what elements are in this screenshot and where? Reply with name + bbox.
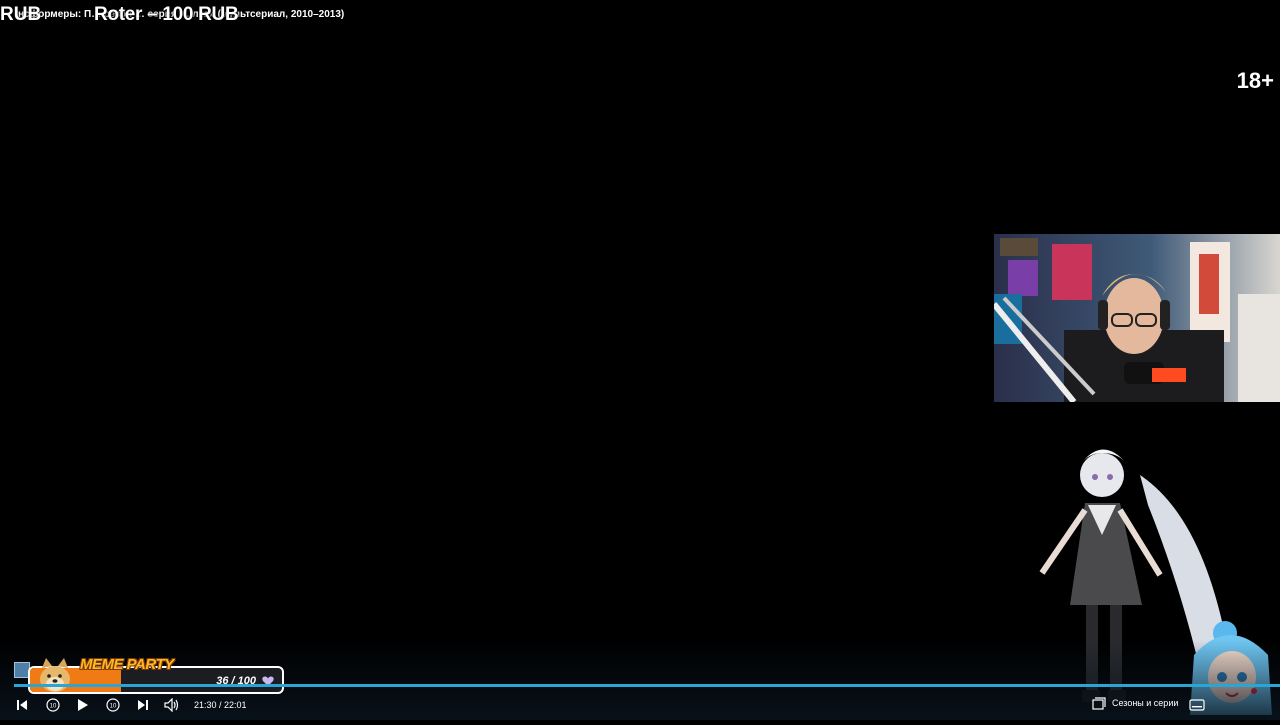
svg-text:10: 10 xyxy=(50,704,57,710)
heart-icon xyxy=(262,674,274,692)
play-icon xyxy=(78,699,88,711)
rewind-10-icon: 10 xyxy=(46,698,60,712)
meme-party-widget: 36 / 100 MEME PARTY xyxy=(28,656,286,696)
age-rating-badge: 18+ xyxy=(1236,68,1274,93)
video-progress-bar[interactable] xyxy=(14,684,1280,687)
donation-alert: Roter – 100 RUB xyxy=(94,4,239,25)
skip-next-button[interactable] xyxy=(134,696,152,714)
player-controls: 10 10 21:30 / 22:01 Сезоны и серии xyxy=(0,692,1280,718)
volume-icon xyxy=(164,698,179,712)
subtitles-icon xyxy=(1189,699,1205,711)
episodes-icon xyxy=(1092,697,1106,710)
forward-10-icon: 10 xyxy=(106,698,120,712)
playback-time: 21:30 / 22:01 xyxy=(194,700,247,710)
donation-currency-fragment: RUB xyxy=(0,4,42,25)
skip-previous-icon xyxy=(17,700,27,710)
skip-next-icon xyxy=(138,700,148,710)
forward-10-button[interactable]: 10 xyxy=(104,696,122,714)
meme-party-label: MEME PARTY xyxy=(80,656,174,673)
seasons-episodes-button[interactable]: Сезоны и серии xyxy=(1092,696,1178,710)
skip-previous-button[interactable] xyxy=(13,696,31,714)
rewind-10-button[interactable]: 10 xyxy=(44,696,62,714)
play-button[interactable] xyxy=(74,696,92,714)
streamer-webcam xyxy=(994,234,1280,402)
doge-icon xyxy=(36,658,74,694)
volume-button[interactable] xyxy=(163,696,181,714)
svg-text:10: 10 xyxy=(110,704,117,710)
seasons-episodes-label: Сезоны и серии xyxy=(1112,698,1179,708)
subtitles-button[interactable] xyxy=(1188,696,1206,714)
